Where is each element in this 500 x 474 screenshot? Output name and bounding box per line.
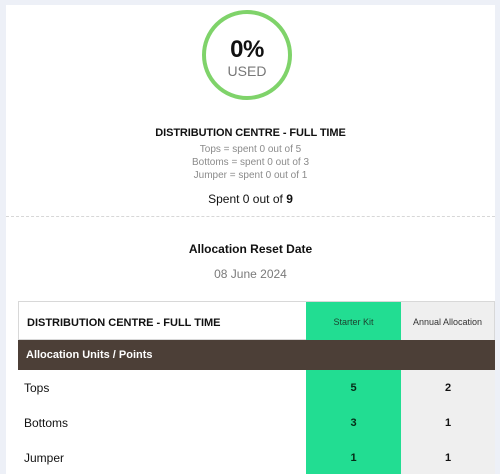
summary-line-tops: Tops = spent 0 out of 5 — [199, 144, 302, 155]
reset-title: Allocation Reset Date — [188, 242, 313, 256]
table-header-title: DISTRIBUTION CENTRE - FULL TIME — [18, 301, 306, 340]
row-label-jumper: Jumper — [24, 451, 65, 465]
spent-total-value: 9 — [286, 192, 293, 206]
table-header-annual-allocation: Annual Allocation — [401, 301, 495, 340]
allocation-table: DISTRIBUTION CENTRE - FULL TIME Starter … — [18, 301, 495, 474]
table-row: Tops 5 2 — [18, 370, 495, 405]
row-annual-jumper: 1 — [401, 440, 495, 474]
allocation-units-section: Allocation Units / Points — [18, 340, 495, 370]
summary-title: DISTRIBUTION CENTRE - FULL TIME — [155, 127, 346, 139]
row-starter-bottoms: 3 — [306, 405, 401, 440]
usage-gauge: 0% USED — [202, 10, 292, 100]
row-label-tops: Tops — [24, 381, 50, 395]
usage-label: USED — [227, 63, 267, 79]
allocation-card: 0% USED DISTRIBUTION CENTRE - FULL TIME … — [6, 5, 495, 474]
table-header-starter-kit: Starter Kit — [306, 301, 401, 340]
reset-date: 08 June 2024 — [214, 267, 287, 281]
row-annual-bottoms: 1 — [401, 405, 495, 440]
table-header-row: DISTRIBUTION CENTRE - FULL TIME Starter … — [18, 301, 495, 340]
row-label-bottoms: Bottoms — [24, 416, 69, 430]
spent-total: Spent 0 out of 9 — [6, 192, 495, 206]
row-starter-tops: 5 — [306, 370, 401, 405]
row-starter-jumper: 1 — [306, 440, 401, 474]
row-annual-tops: 2 — [401, 370, 495, 405]
spent-total-prefix: Spent 0 out of — [208, 192, 283, 206]
table-row: Bottoms 3 1 — [18, 405, 495, 440]
table-row: Jumper 1 1 — [18, 440, 495, 474]
summary-line-bottoms: Bottoms = spent 0 out of 3 — [191, 157, 310, 168]
section-divider — [6, 216, 495, 217]
usage-percent: 0% — [230, 36, 264, 63]
summary-line-jumper: Jumper = spent 0 out of 1 — [193, 170, 308, 181]
